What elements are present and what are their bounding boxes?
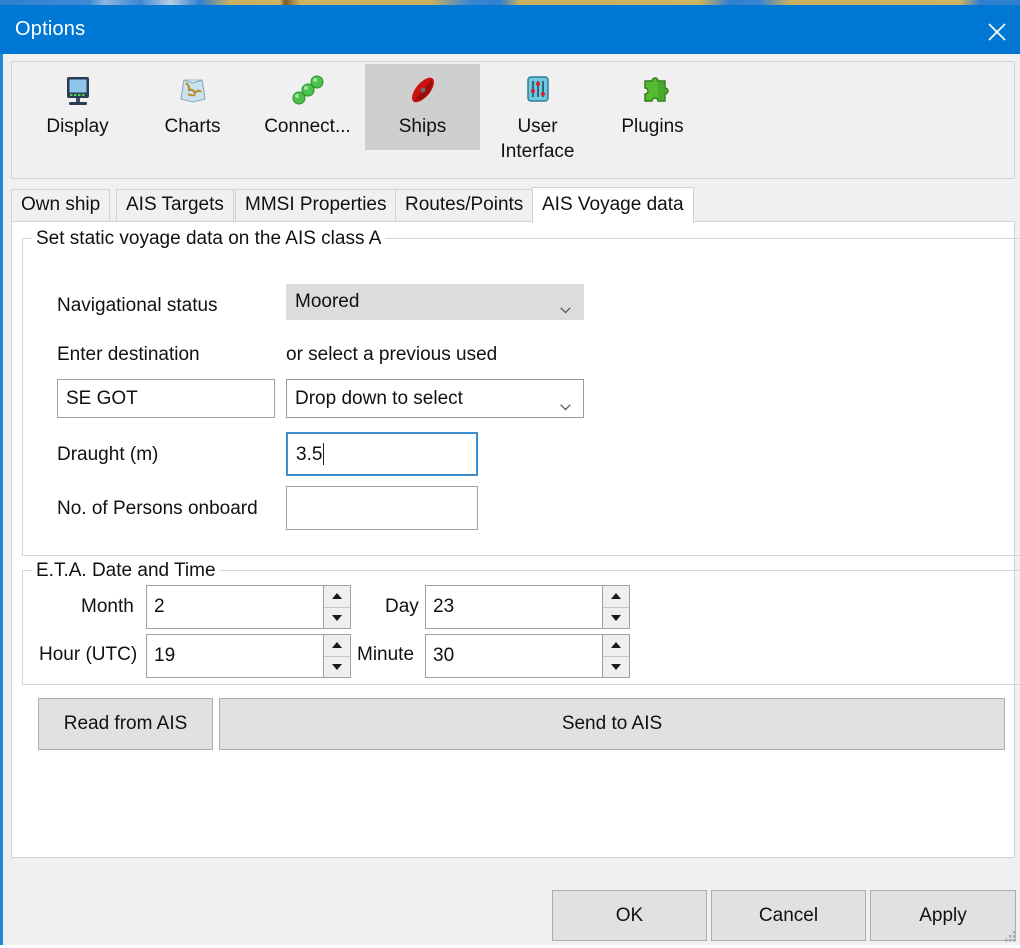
monitor-icon (20, 69, 135, 113)
month-value[interactable]: 2 (147, 586, 323, 628)
ship-icon (365, 69, 480, 113)
month-label: Month (81, 596, 134, 617)
draught-input[interactable]: 3.5 (286, 432, 478, 476)
month-spinner[interactable]: 2 (146, 585, 351, 629)
toolbar-label-ships: Ships (398, 116, 447, 137)
toolbar-label-display: Display (46, 116, 109, 137)
hour-value[interactable]: 19 (147, 635, 323, 677)
chevron-down-icon (560, 395, 571, 410)
draught-label: Draught (m) (57, 444, 159, 465)
ok-button[interactable]: OK (552, 890, 707, 941)
persons-onboard-label: No. of Persons onboard (57, 498, 258, 519)
category-toolbar: Display Charts Connect... Ships User Int… (11, 61, 1015, 179)
navigational-status-label: Navigational status (57, 295, 218, 316)
toolbar-item-user-interface[interactable]: User Interface (480, 64, 595, 162)
hour-label: Hour (UTC) (39, 644, 138, 665)
window-title: Options (15, 18, 86, 40)
minute-spinner[interactable]: 30 (425, 634, 630, 678)
text-caret (323, 443, 325, 465)
hour-increment-button[interactable] (324, 635, 350, 656)
month-increment-button[interactable] (324, 586, 350, 607)
hour-decrement-button[interactable] (324, 655, 350, 677)
toolbar-item-connections[interactable]: Connect... (250, 64, 365, 150)
toolbar-item-ships[interactable]: Ships (365, 64, 480, 150)
draught-value: 3.5 (296, 443, 323, 465)
tab-ais-targets[interactable]: AIS Targets (116, 189, 234, 221)
toolbar-item-display[interactable]: Display (20, 64, 135, 150)
eta-legend: E.T.A. Date and Time (32, 560, 220, 582)
persons-onboard-input[interactable] (286, 486, 478, 530)
options-dialog: Options Display Charts Connect... Ships … (0, 5, 1020, 945)
month-decrement-button[interactable] (324, 606, 350, 628)
charts-icon (135, 69, 250, 113)
title-bar: Options (0, 5, 1020, 54)
apply-button[interactable]: Apply (870, 890, 1016, 941)
hour-spinner[interactable]: 19 (146, 634, 351, 678)
enter-destination-label: Enter destination (57, 344, 200, 365)
toolbar-item-plugins[interactable]: Plugins (595, 64, 710, 150)
day-spinner[interactable]: 23 (425, 585, 630, 629)
toolbar-label-plugins: Plugins (621, 116, 684, 137)
day-label: Day (385, 596, 419, 617)
ais-voyage-data-panel: Set static voyage data on the AIS class … (11, 221, 1020, 858)
minute-value[interactable]: 30 (426, 635, 602, 677)
toolbar-label-connections: Connect... (264, 116, 351, 137)
send-to-ais-button[interactable]: Send to AIS (219, 698, 1005, 750)
toolbar-label-user-interface: User Interface (500, 116, 575, 162)
day-increment-button[interactable] (603, 586, 629, 607)
previous-destination-value: Drop down to select (295, 387, 463, 409)
toolbar-label-charts: Charts (164, 116, 221, 137)
chevron-down-icon (560, 298, 571, 314)
hour-spinner-buttons (323, 635, 350, 677)
previous-destination-combobox[interactable]: Drop down to select (286, 379, 584, 418)
month-spinner-buttons (323, 586, 350, 628)
destination-value: SE GOT (66, 388, 138, 409)
tab-own-ship[interactable]: Own ship (11, 189, 111, 221)
day-spinner-buttons (602, 586, 629, 628)
tab-routes-points[interactable]: Routes/Points (395, 189, 534, 221)
day-value[interactable]: 23 (426, 586, 602, 628)
read-from-ais-button[interactable]: Read from AIS (38, 698, 213, 750)
sliders-icon (480, 69, 595, 113)
day-decrement-button[interactable] (603, 606, 629, 628)
minute-increment-button[interactable] (603, 635, 629, 656)
dialog-button-bar: OK Cancel Apply (3, 858, 1020, 945)
connections-icon (250, 69, 365, 113)
tab-mmsi-properties[interactable]: MMSI Properties (235, 189, 397, 221)
minute-label: Minute (357, 644, 415, 665)
toolbar-item-charts[interactable]: Charts (135, 64, 250, 150)
tab-ais-voyage-data[interactable]: AIS Voyage data (532, 187, 694, 223)
tab-strip: Own ship AIS Targets MMSI Properties Rou… (11, 187, 1015, 223)
previous-used-label: or select a previous used (286, 344, 498, 365)
navigational-status-combobox[interactable]: Moored (286, 284, 584, 320)
destination-input[interactable]: SE GOT (57, 379, 275, 418)
puzzle-piece-icon (595, 69, 710, 113)
resize-grip[interactable] (1004, 930, 1017, 943)
minute-spinner-buttons (602, 635, 629, 677)
minute-decrement-button[interactable] (603, 655, 629, 677)
close-button[interactable] (974, 5, 1020, 54)
cancel-button[interactable]: Cancel (711, 890, 866, 941)
navigational-status-value: Moored (295, 291, 360, 312)
voyage-data-legend: Set static voyage data on the AIS class … (32, 228, 386, 250)
